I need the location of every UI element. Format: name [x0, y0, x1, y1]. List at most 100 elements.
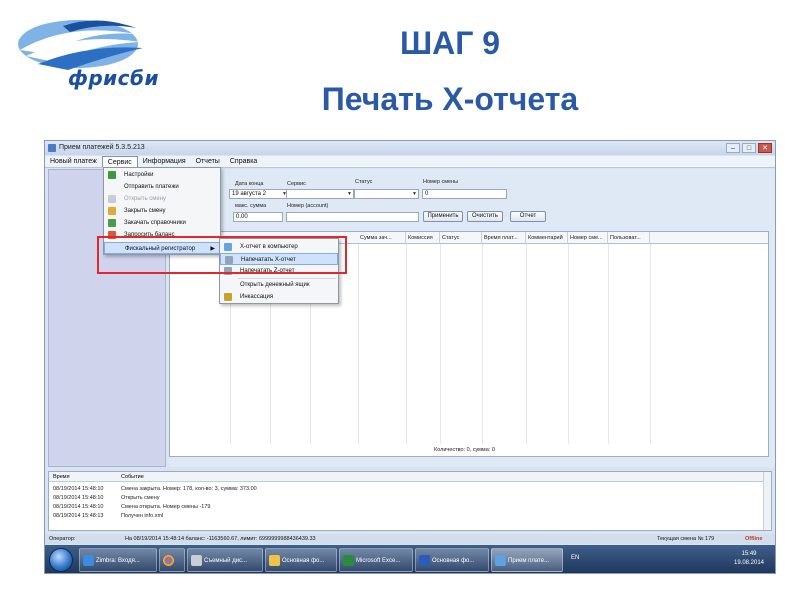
menu-help[interactable]: Справка — [225, 156, 262, 167]
column-header[interactable]: Комментарий — [526, 232, 568, 244]
apply-button[interactable]: Применить — [423, 211, 463, 222]
status-select[interactable] — [354, 189, 419, 199]
account-field[interactable] — [286, 212, 419, 222]
log-time: 08/19/2014 15:48:10 — [53, 486, 104, 492]
menu-item-close-shift[interactable]: Закрыть смену — [104, 205, 220, 217]
menu-item-download-catalogs[interactable]: Закачать справочники — [104, 217, 220, 229]
shift-number-field[interactable]: 0 — [422, 189, 507, 199]
operator-label: Оператор: — [49, 536, 76, 542]
menu-item-open-cash-drawer[interactable]: Открыть денежный ящик — [220, 279, 338, 291]
max-sum-field[interactable]: 0.00 — [233, 212, 283, 222]
word-icon — [419, 555, 430, 566]
menu-service[interactable]: Сервис — [101, 156, 138, 167]
drive-icon — [191, 555, 202, 566]
grid-line — [440, 244, 441, 444]
event-log: Время Событие 08/19/2014 15:48:10 Смена … — [48, 471, 772, 531]
menu-item-send-payments[interactable]: Отправить платежи — [104, 181, 220, 193]
column-header[interactable]: Статус — [440, 232, 482, 244]
menu-item-open-shift[interactable]: Открыть смену — [104, 193, 220, 205]
status-bar: Оператор: На 08/19/2014 15:48:14 баланс:… — [45, 534, 775, 544]
menu-item-label: Закрыть смену — [124, 208, 166, 214]
column-header[interactable]: Время плат... — [482, 232, 526, 244]
menu-item-settings[interactable]: Настройки — [104, 169, 220, 181]
maximize-button[interactable]: □ — [742, 143, 756, 153]
balance-status: На 08/19/2014 15:48:14 баланс: -1163560.… — [125, 536, 316, 542]
taskbar-label: Zimbra: Входя... — [96, 558, 140, 564]
window-titlebar[interactable]: Прием платежей 5.3.5.213 – □ ✕ — [45, 141, 775, 155]
menu-item-label: Инкассация — [240, 294, 274, 300]
log-time: 08/19/2014 15:48:13 — [53, 513, 104, 519]
log-event: Открыть смену — [121, 495, 160, 501]
log-event-header: Событие — [121, 474, 144, 480]
log-header: Время Событие — [49, 472, 771, 482]
column-header[interactable]: Пользоват... — [608, 232, 650, 244]
taskbar-item-chrome[interactable] — [159, 548, 185, 572]
taskbar-label: Основная фо... — [432, 558, 475, 564]
status-label: Статус — [355, 179, 373, 185]
slide-title-step: ШАГ 9 — [399, 25, 501, 61]
collection-icon — [224, 293, 232, 301]
payments-app-icon — [495, 555, 506, 566]
download-icon — [108, 219, 116, 227]
highlight-frame — [97, 236, 347, 274]
taskbar-item-folder[interactable]: Основная фо... — [265, 548, 337, 572]
menu-item-label: Настройки — [124, 172, 154, 178]
grid-line — [526, 244, 527, 444]
chrome-icon — [163, 555, 174, 566]
log-scrollbar[interactable] — [763, 472, 771, 530]
menu-item-label: Закачать справочники — [124, 220, 186, 226]
log-time: 08/19/2014 15:48:10 — [53, 495, 104, 501]
windows-taskbar: Zimbra: Входя... Съемный дис... Основная… — [45, 545, 775, 573]
grid-line — [568, 244, 569, 444]
clear-button[interactable]: Очистить — [467, 211, 503, 222]
settings-icon — [108, 171, 116, 179]
log-event: Смена закрыта. Номер: 178, кол-во: 3, су… — [121, 486, 257, 492]
shift-number-label: Номер смены — [423, 179, 459, 185]
app-window: Прием платежей 5.3.5.213 – □ ✕ Новый пла… — [44, 140, 776, 574]
column-header[interactable]: Комиссия — [406, 232, 440, 244]
date-end-field[interactable]: 19 августа 2 — [229, 189, 289, 199]
open-shift-icon — [108, 195, 116, 203]
menu-information[interactable]: Информация — [138, 156, 191, 167]
close-button[interactable]: ✕ — [758, 143, 772, 153]
clock-time: 15:49 — [741, 551, 757, 557]
current-shift: Текущая смена № 179 — [657, 536, 715, 542]
account-label: Номер (account) — [287, 203, 329, 209]
taskbar-item-zimbra[interactable]: Zimbra: Входя... — [79, 548, 157, 572]
payments-panel: Дата конца 19 августа 2 Сервис Статус Но… — [169, 169, 775, 467]
close-shift-icon — [108, 207, 116, 215]
folder-icon — [269, 555, 280, 566]
slide-title-action: Печать Х-отчета — [321, 81, 579, 117]
logo-text: фрисби — [68, 66, 160, 90]
taskbar-item-excel[interactable]: Microsoft Exce... — [339, 548, 413, 572]
taskbar-item-payments-app[interactable]: Прием плате... — [491, 548, 563, 572]
taskbar-item-word[interactable]: Основная фо... — [415, 548, 489, 572]
log-time-header: Время — [53, 474, 70, 480]
taskbar-label: Съемный дис... — [204, 558, 248, 564]
grid-line — [650, 244, 651, 444]
taskbar-item-removable-disk[interactable]: Съемный дис... — [187, 548, 263, 572]
minimize-button[interactable]: – — [726, 143, 740, 153]
grid-line — [406, 244, 407, 444]
max-sum-label: макс. сумма — [235, 203, 267, 209]
grid-line — [608, 244, 609, 444]
taskbar-clock[interactable]: 15:49 19.08.2014 — [729, 550, 769, 568]
table-summary: Количество: 0, сумма: 0 — [170, 444, 768, 456]
clock-date: 19.08.2014 — [733, 560, 765, 566]
log-event: Смена открыта. Номер смены -179 — [121, 504, 211, 510]
menu-reports[interactable]: Отчеты — [191, 156, 225, 167]
menu-new-payment[interactable]: Новый платеж — [45, 156, 102, 167]
menu-item-collection[interactable]: Инкассация — [220, 291, 338, 303]
service-select[interactable] — [286, 189, 354, 199]
grid-line — [482, 244, 483, 444]
window-title: Прием платежей 5.3.5.213 — [59, 144, 145, 151]
report-button[interactable]: Отчет — [510, 211, 546, 222]
language-indicator[interactable]: EN — [571, 555, 579, 561]
log-event: Получен info.xml — [121, 513, 164, 519]
browser-icon — [83, 555, 94, 566]
column-header[interactable]: Номер сме... — [568, 232, 608, 244]
column-header[interactable]: Сумма зач... — [358, 232, 406, 244]
start-button[interactable] — [49, 548, 73, 572]
menu-item-label: Отправить платежи — [124, 184, 179, 190]
menu-item-label: Открыть денежный ящик — [240, 282, 310, 288]
